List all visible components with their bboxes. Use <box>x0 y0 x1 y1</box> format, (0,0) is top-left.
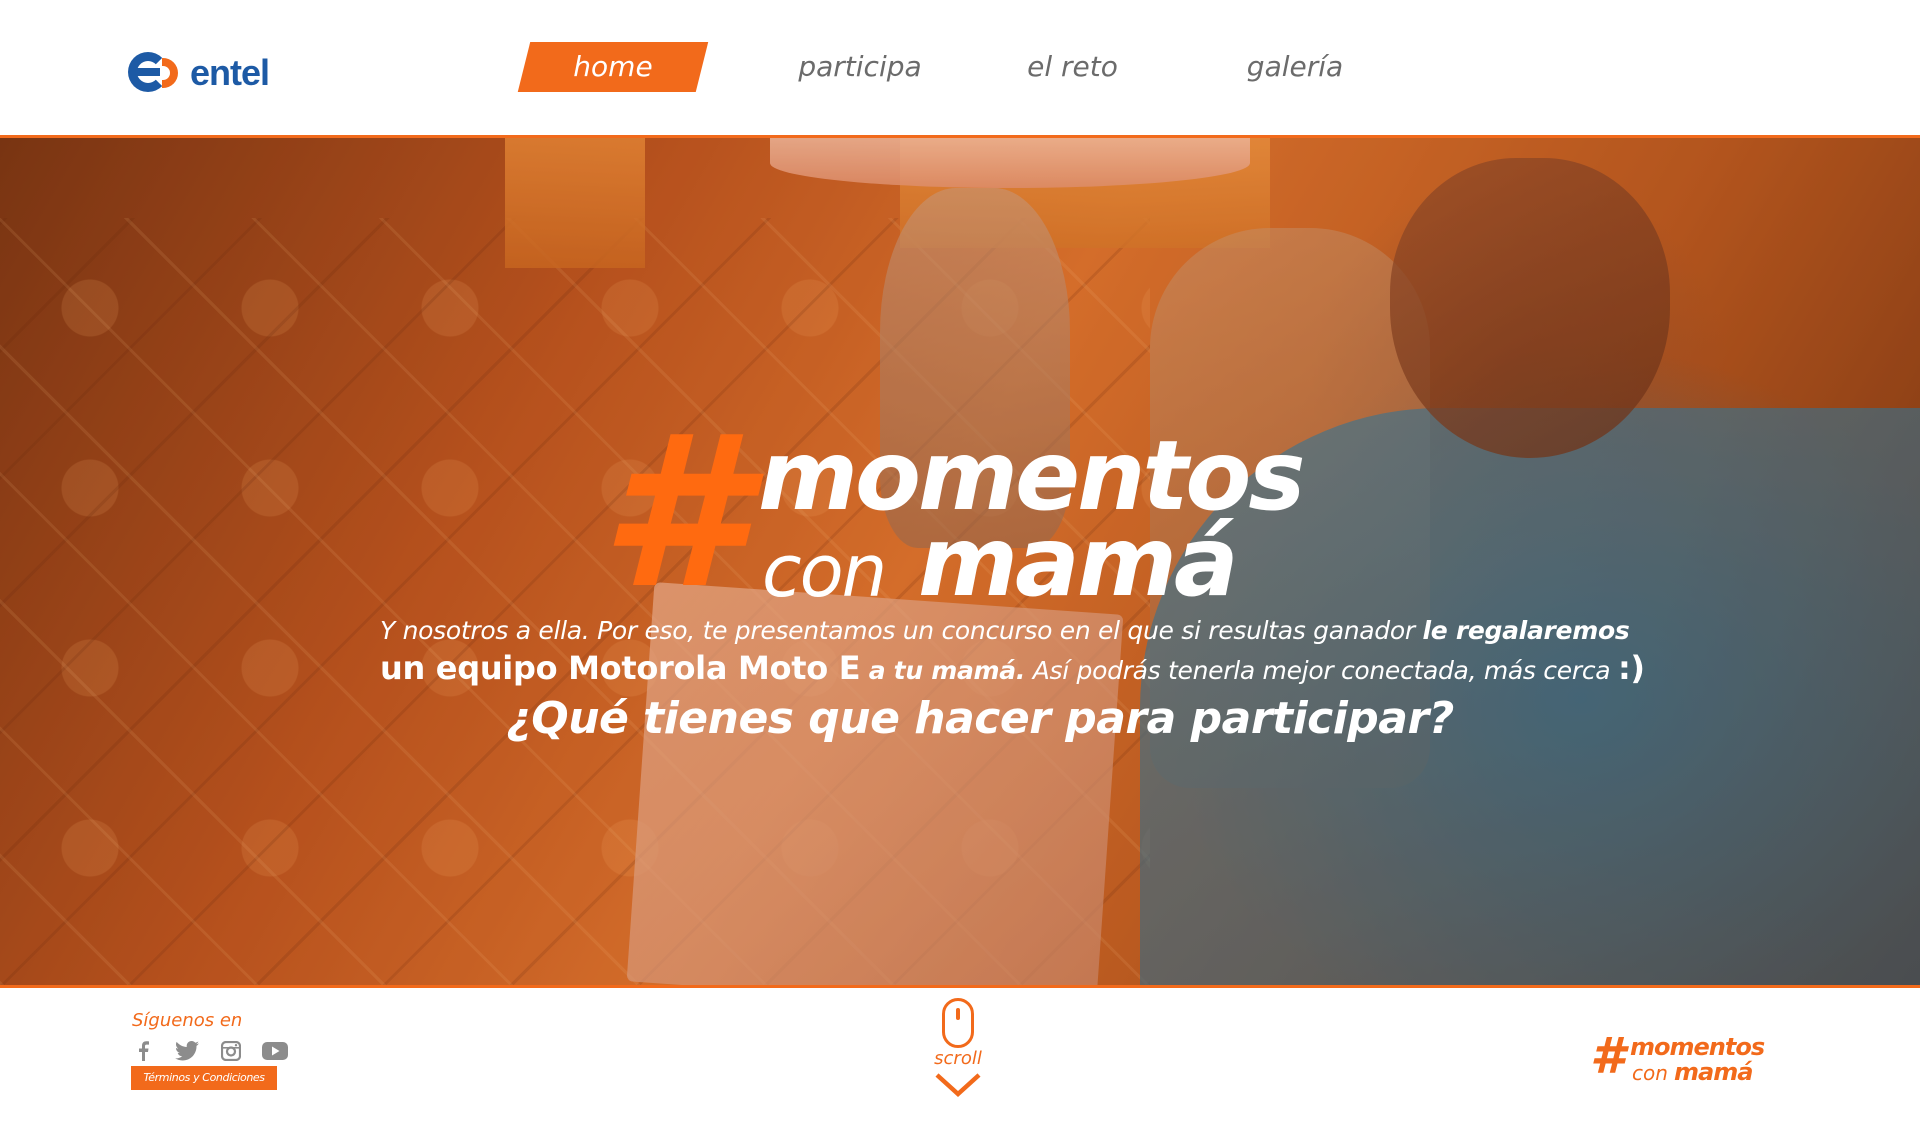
hashtag-symbol: # <box>600 390 747 635</box>
mouse-icon <box>942 998 974 1048</box>
entel-logo[interactable]: entel <box>128 50 270 96</box>
momentos-con-mama-footer-logo: # momentos con mamá <box>1590 1028 1780 1086</box>
nav-el-reto-label: el reto <box>1027 50 1118 83</box>
hero-section: # momentos con mamá Y nosotros a ella. P… <box>0 138 1920 985</box>
nav-home-label: home <box>573 50 653 83</box>
nav-home[interactable]: home <box>524 42 702 92</box>
social-links <box>130 1040 288 1062</box>
intro-l1-bold: le regalaremos <box>1422 616 1630 645</box>
intro-l1-regular: Y nosotros a ella. Por eso, te presentam… <box>380 616 1423 645</box>
scroll-indicator[interactable]: scroll <box>930 998 986 1098</box>
mouse-wheel-icon <box>956 1008 960 1020</box>
nav-participa[interactable]: participa <box>780 42 940 92</box>
scroll-label: scroll <box>934 1048 982 1069</box>
participate-question: ¿Qué tienes que hacer para participar? <box>506 693 1454 744</box>
nav-el-reto[interactable]: el reto <box>1000 42 1145 92</box>
intro-l2-bold-small: a tu mamá. <box>860 656 1026 685</box>
intro-smiley: :) <box>1617 649 1645 687</box>
entel-logo-icon <box>128 50 184 96</box>
follow-us-label: Síguenos en <box>132 1010 243 1031</box>
nav-participa-label: participa <box>798 50 922 83</box>
youtube-icon[interactable] <box>262 1040 288 1062</box>
footer-logo-mama: mamá <box>1674 1058 1753 1086</box>
facebook-icon[interactable] <box>130 1040 156 1062</box>
entel-logo-text: entel <box>190 52 270 93</box>
title-con: con <box>762 529 887 613</box>
chevron-down-icon <box>935 1073 981 1098</box>
intro-l2-regular: Así podrás tenerla mejor conectada, más … <box>1025 656 1618 685</box>
intro-line-2: un equipo Motorola Moto E a tu mamá. Así… <box>380 649 1645 690</box>
instagram-icon[interactable] <box>218 1040 244 1062</box>
terms-and-conditions-button[interactable]: Términos y Condiciones <box>131 1066 277 1090</box>
site-header: entel home participa el reto galería <box>0 0 1920 138</box>
intro-line-1: Y nosotros a ella. Por eso, te presentam… <box>380 613 1630 649</box>
nav-galeria[interactable]: galería <box>1220 42 1370 92</box>
intro-l2-bold: un equipo Motorola Moto E <box>380 649 861 687</box>
footer-logo-hash: # <box>1590 1027 1625 1085</box>
footer-divider <box>0 985 1920 988</box>
footer-logo-con: con <box>1632 1061 1668 1085</box>
title-mama: mamá <box>918 506 1239 618</box>
twitter-icon[interactable] <box>174 1040 200 1062</box>
nav-galeria-label: galería <box>1246 50 1344 83</box>
intro-text: Y nosotros a ella. Por eso, te presentam… <box>380 613 1645 690</box>
footer-logo-momentos: momentos <box>1630 1033 1765 1061</box>
